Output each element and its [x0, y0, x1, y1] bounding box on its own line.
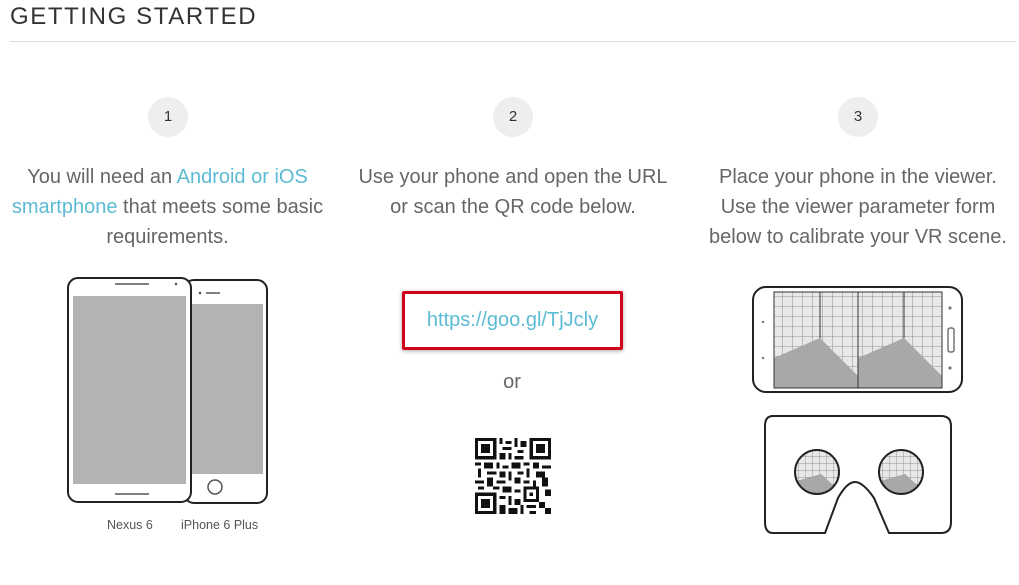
phone-in-landscape-icon [752, 286, 963, 393]
iphone-6-plus-label: iPhone 6 Plus [181, 518, 259, 532]
step-2-description: Use your phone and open the URL or scan … [358, 166, 668, 218]
step-1-text-before: You will need an [27, 166, 177, 188]
iphone-6-plus-icon [183, 279, 268, 504]
short-url-link[interactable]: https://goo.gl/TjJcly [427, 309, 598, 331]
step-1-description: You will need an Android or iOS smartpho… [10, 162, 325, 252]
step-1-number: 1 [148, 97, 188, 137]
or-label: or [503, 371, 521, 393]
url-highlight-box: https://goo.gl/TjJcly [402, 291, 623, 350]
cardboard-viewer-icon [764, 415, 952, 534]
step-3-description: Place your phone in the viewer. Use the … [709, 166, 1007, 248]
phones-illustration [67, 277, 268, 504]
qr-code-icon[interactable] [475, 438, 551, 514]
title-divider [10, 41, 1016, 42]
step-3-number: 3 [838, 97, 878, 137]
nexus-6-label: Nexus 6 [107, 518, 153, 532]
step-1-text-after: that meets some basic requirements. [106, 196, 324, 248]
page-title: GETTING STARTED [10, 3, 258, 30]
step-2-number: 2 [493, 97, 533, 137]
nexus-6-icon [67, 277, 192, 503]
